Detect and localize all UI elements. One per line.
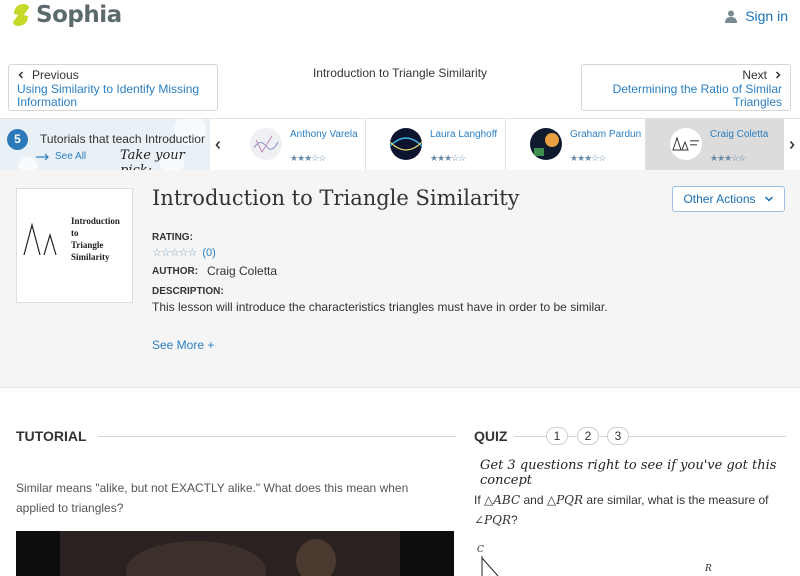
chevron-right-icon (789, 140, 795, 149)
chevron-left-icon (215, 140, 221, 149)
rating-label: RATING: (152, 232, 193, 243)
description-text: This lesson will introduce the character… (152, 300, 608, 314)
rating-stars: ★★★☆☆ (710, 153, 746, 163)
chevron-right-icon (775, 71, 781, 79)
quiz-question-2[interactable]: 2 (577, 427, 599, 445)
rating-stars: ★★★☆☆ (430, 153, 466, 163)
tutorial-author: Laura Langhoff (430, 129, 498, 140)
lesson-navigation: Previous Using Similarity to Identify Mi… (0, 58, 800, 118)
author-label: AUTHOR: (152, 266, 199, 277)
tutorial-text: Similar means "alike, but not EXACTLY al… (16, 481, 409, 515)
avatar (250, 128, 282, 160)
triangle-figure (481, 556, 499, 576)
previous-lesson-link[interactable]: Previous Using Similarity to Identify Mi… (8, 64, 218, 111)
thumbnail-caption: Introduction to Triangle Similarity (71, 216, 120, 262)
tutorials-label: Tutorials that teach Introduction to Tri… (40, 132, 205, 146)
previous-lesson-title: Using Similarity to Identify Missing Inf… (17, 82, 200, 109)
previous-label: Previous (32, 68, 79, 82)
divider (98, 436, 456, 437)
other-actions-button[interactable]: Other Actions (672, 186, 785, 212)
tutorial-author: Anthony Varela (290, 129, 358, 140)
avatar (390, 128, 422, 160)
see-more-link[interactable]: See More + (152, 338, 214, 352)
video-frame (16, 531, 454, 576)
current-lesson-title: Introduction to Triangle Similarity (312, 66, 488, 80)
next-lesson-link[interactable]: Next Determining the Ratio of Similar Tr… (581, 64, 791, 111)
tutorial-author: Graham Pardun (570, 129, 642, 140)
user-icon (725, 10, 738, 23)
sophia-logo[interactable]: Sophia (10, 2, 122, 28)
quiz-question-1[interactable]: 1 (546, 427, 568, 445)
quiz-question-3[interactable]: 3 (607, 427, 629, 445)
next-label: Next (742, 68, 767, 82)
tutorial-card[interactable]: Anthony Varela ★★★☆☆ (226, 119, 366, 170)
lesson-thumbnail: Introduction to Triangle Similarity (16, 188, 133, 303)
quiz-question-text: If △ABC and △PQR are similar, what is th… (474, 493, 769, 527)
tutorial-card[interactable]: Graham Pardun ★★★☆☆ (506, 119, 646, 170)
carousel-next-button[interactable] (784, 119, 800, 170)
rating-stars: ☆☆☆☆☆ (152, 247, 197, 259)
description-label: DESCRIPTION: (152, 286, 224, 297)
sign-in-link[interactable]: Sign in (725, 8, 788, 24)
see-all-label: See All (55, 151, 87, 162)
tutorials-summary: 5 Tutorials that teach Introduction to T… (0, 119, 210, 170)
brand-name: Sophia (36, 2, 122, 28)
chevron-left-icon (18, 71, 24, 79)
rating-stars: ★★★☆☆ (570, 153, 606, 163)
sign-in-label: Sign in (745, 8, 788, 24)
tutorial-heading: TUTORIAL (16, 428, 87, 444)
quiz-heading: QUIZ (474, 428, 508, 444)
top-bar: Sophia Sign in (0, 0, 800, 56)
arrow-right-icon (36, 153, 49, 160)
tutorial-card[interactable]: Laura Langhoff ★★★☆☆ (366, 119, 506, 170)
rating-stars: ★★★☆☆ (290, 153, 326, 163)
video-player[interactable] (16, 531, 454, 576)
next-lesson-title: Determining the Ratio of Similar Triangl… (612, 82, 782, 109)
take-your-pick: Take your pick: (120, 148, 185, 170)
tutorial-count-badge: 5 (7, 129, 28, 150)
carousel-prev-button[interactable] (210, 119, 226, 170)
sophia-logo-icon (13, 4, 29, 26)
triangles-icon (23, 222, 57, 256)
lesson-rating[interactable]: ☆☆☆☆☆ (0) (152, 246, 216, 259)
chevron-down-icon (764, 196, 773, 202)
author-name: Craig Coletta (207, 264, 278, 278)
avatar (670, 128, 702, 160)
other-actions-label: Other Actions (683, 192, 756, 206)
tutorial-author: Craig Coletta (710, 129, 769, 140)
see-all-link[interactable]: See All (36, 151, 86, 162)
tutorials-carousel: 5 Tutorials that teach Introduction to T… (0, 118, 800, 170)
tutorial-card-selected[interactable]: Craig Coletta ★★★☆☆ (646, 119, 786, 170)
quiz-figure: C R (474, 542, 790, 576)
lesson-details: Introduction to Triangle Similarity Intr… (0, 170, 800, 388)
avatar (530, 128, 562, 160)
quiz-hint: Get 3 questions right to see if you've g… (480, 458, 777, 488)
rating-count: (0) (202, 247, 216, 259)
page-title: Introduction to Triangle Similarity (152, 186, 520, 210)
